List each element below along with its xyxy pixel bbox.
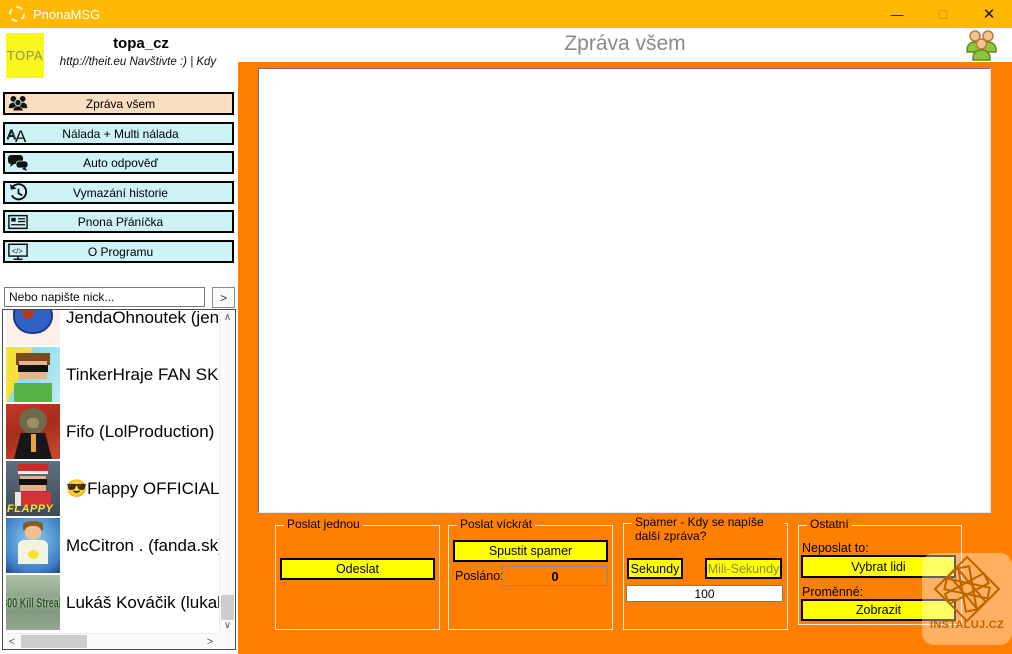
scrollbar-corner — [218, 633, 234, 648]
nick-input[interactable] — [4, 287, 205, 307]
user-avatar: FLAPPY — [6, 461, 60, 516]
svg-text:</>: </> — [12, 246, 24, 255]
menu-item-auto-odpoved[interactable]: Auto odpověď — [3, 151, 234, 174]
app-icon — [9, 6, 25, 22]
scroll-up-button[interactable]: ∧ — [220, 310, 235, 325]
list-item-user[interactable]: Fifo (LolProduction) Či — [4, 403, 219, 460]
sekundy-button[interactable]: Sekundy — [627, 558, 683, 579]
font-icon: AA — [5, 124, 31, 143]
nick-submit-button[interactable]: > — [212, 287, 235, 308]
spustit-spamer-button[interactable]: Spustit spamer — [453, 540, 608, 562]
odeslat-button[interactable]: Odeslat — [280, 558, 435, 580]
menu-item-label: Pnona Přáníčka — [77, 214, 164, 229]
group-title: Spamer - Kdy se napíše další zpráva? — [632, 515, 784, 544]
menu-item-label: Auto odpověď — [83, 155, 158, 170]
chat-icon — [5, 153, 31, 172]
user-list-viewport: JendaOhnoutek (jenda TinkerHraje FAN SKY… — [4, 310, 219, 633]
horizontal-scrollbar-thumb[interactable] — [21, 635, 87, 648]
message-input[interactable] — [258, 68, 991, 513]
user-avatar — [6, 404, 60, 459]
menu-item-label: Zpráva všem — [85, 96, 156, 111]
minimize-button[interactable]: — — [874, 0, 920, 28]
svg-text:A: A — [15, 127, 27, 143]
poslano-label: Posláno: — [455, 569, 504, 583]
group-title: Poslat jednou — [284, 517, 363, 532]
card-icon — [5, 212, 31, 231]
people-icon — [5, 94, 31, 113]
list-item-user[interactable]: JendaOhnoutek (jenda — [4, 310, 219, 346]
user-name: McCitron . (fanda.sk) — [66, 535, 219, 555]
scroll-down-button[interactable]: ∨ — [220, 618, 235, 633]
main-header: Zpráva všem — [238, 28, 1012, 62]
list-item-user[interactable]: FLAPPY 😎Flappy OFFICIAL😎 ( — [4, 460, 219, 517]
menu-item-o-programu[interactable]: </> O Programu — [3, 240, 234, 263]
sent-count-field: 0 — [502, 566, 608, 586]
maximize-button[interactable]: ◻ — [920, 0, 966, 28]
app-title: PnonaMSG — [33, 6, 101, 22]
main-area: Poslat jednou Odeslat Poslat víckrát Spu… — [238, 62, 1012, 654]
user-avatar — [6, 518, 60, 573]
mili-sekundy-button[interactable]: Mili-Sekundy — [705, 558, 782, 579]
history-icon — [5, 183, 31, 202]
instaluj-logo-icon — [933, 555, 1001, 623]
neposlat-label: Neposlat to: — [802, 541, 869, 555]
user-listbox: JendaOhnoutek (jenda TinkerHraje FAN SKY… — [2, 309, 236, 650]
user-name: Fifo (LolProduction) Či — [66, 421, 219, 441]
topa-logo: TOPA — [6, 33, 44, 78]
user-avatar: 300 Kill Streak — [6, 575, 60, 630]
scroll-left-button[interactable]: < — [4, 634, 20, 649]
user-avatar — [6, 310, 60, 345]
menu-item-label: Nálada + Multi nálada — [62, 126, 179, 141]
vertical-scrollbar-thumb[interactable] — [221, 595, 234, 620]
list-item-user[interactable]: TinkerHraje FAN SKYF — [4, 346, 219, 403]
page-title: Zpráva všem — [564, 32, 686, 55]
user-name: JendaOhnoutek (jenda — [66, 310, 219, 327]
user-name: 😎Flappy OFFICIAL😎 ( — [66, 478, 219, 498]
instaluj-watermark: INSTALUJ.CZ — [922, 553, 1012, 645]
menu-item-nalada[interactable]: AA Nálada + Multi nálada — [3, 122, 234, 145]
titlebar: PnonaMSG — ◻ ✕ — [0, 0, 1012, 28]
vertical-scrollbar[interactable]: ∧ ∨ — [219, 310, 234, 633]
profile-username: topa_cz — [113, 35, 169, 52]
close-button[interactable]: ✕ — [966, 0, 1012, 28]
menu-item-label: Vymazání historie — [73, 185, 168, 200]
menu-item-label: O Programu — [87, 244, 154, 259]
menu-item-vymazani-historie[interactable]: Vymazání historie — [3, 181, 234, 204]
code-icon: </> — [5, 242, 31, 261]
group-people-icon[interactable] — [962, 29, 1000, 66]
profile-status: http://theit.eu Navštivte :) | Kdy — [59, 56, 217, 68]
promenne-label: Proměnné: — [802, 585, 864, 599]
group-title: Poslat víckrát — [457, 517, 536, 532]
menu-item-zprava-vsem[interactable]: Zpráva všem — [3, 92, 234, 115]
list-item-user[interactable]: 300 Kill Streak Lukáš Kováčik (lukalis — [4, 574, 219, 631]
window-controls: — ◻ ✕ — [874, 0, 1012, 28]
user-name: Lukáš Kováčik (lukalis — [66, 592, 219, 612]
list-item-user[interactable]: McCitron . (fanda.sk) — [4, 517, 219, 574]
group-title: Ostatní — [807, 517, 852, 532]
menu-item-pnona-pranicka[interactable]: Pnona Přáníčka — [3, 210, 234, 233]
sidebar: TOPA topa_cz http://theit.eu Navštivte :… — [0, 28, 238, 654]
interval-input[interactable] — [626, 585, 783, 602]
scroll-right-button[interactable]: > — [202, 634, 218, 649]
horizontal-scrollbar[interactable]: < > — [4, 633, 218, 648]
user-name: TinkerHraje FAN SKYF — [66, 364, 219, 384]
user-list: JendaOhnoutek (jenda TinkerHraje FAN SKY… — [4, 310, 219, 631]
user-avatar — [6, 347, 60, 402]
watermark-text: INSTALUJ.CZ — [930, 619, 1004, 631]
